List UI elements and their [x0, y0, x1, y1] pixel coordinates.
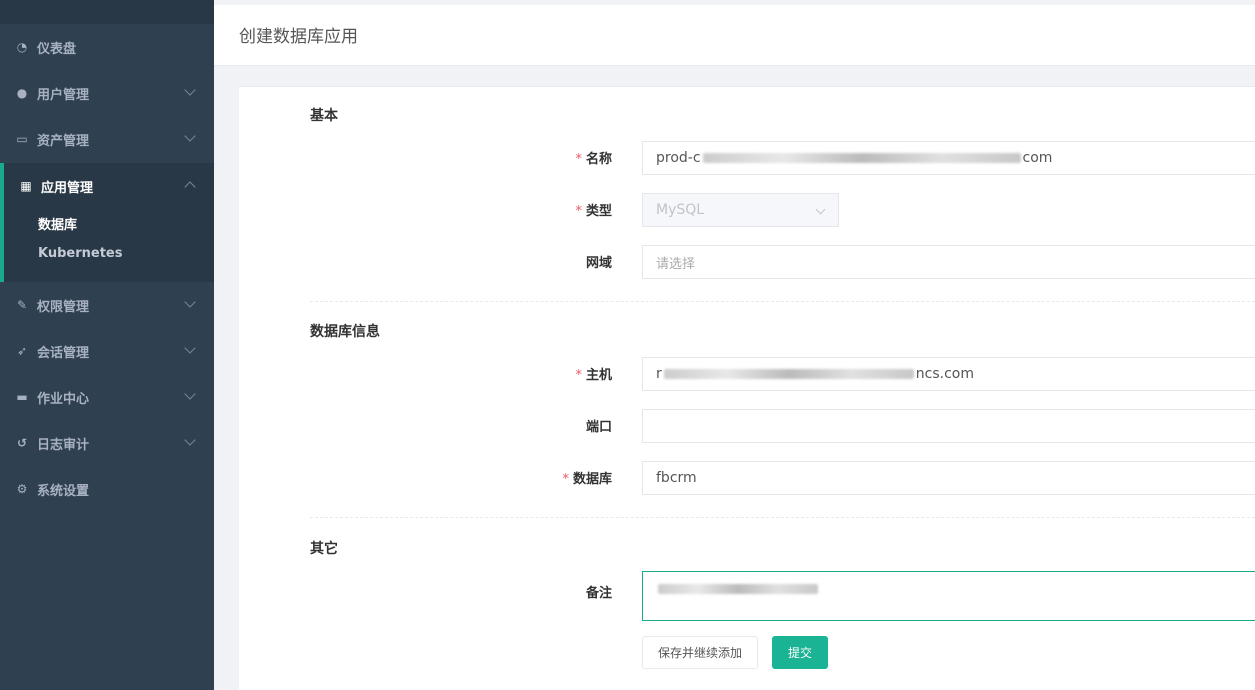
required-mark: *: [562, 472, 569, 487]
sidebar-subitem-database[interactable]: 数据库: [38, 214, 77, 233]
name-field[interactable]: prod-c com: [642, 141, 1255, 175]
sidebar-item-label: 日志审计: [37, 437, 90, 453]
sidebar-item-label: 仪表盘: [37, 41, 77, 57]
host-label: * 主机: [575, 368, 612, 383]
name-value-prefix: prod-c: [656, 150, 701, 166]
page-title: 创建数据库应用: [239, 27, 358, 47]
inbox-icon: ▭: [16, 132, 28, 146]
sidebar-item-settings[interactable]: ⚙ 系统设置: [0, 466, 214, 512]
dashboard-icon: ◔: [16, 40, 28, 54]
port-field[interactable]: [642, 409, 1255, 443]
section-divider: [310, 517, 1255, 518]
chevron-down-icon: [184, 84, 196, 96]
chevron-down-icon: [184, 296, 196, 308]
sidebar-item-assets[interactable]: ▭ 资产管理: [0, 116, 214, 162]
sidebar-item-audit[interactable]: ↺ 日志审计: [0, 420, 214, 466]
save-and-continue-button[interactable]: 保存并继续添加: [642, 636, 758, 669]
sidebar-item-label: 应用管理: [41, 180, 94, 196]
sidebar-item-label: 权限管理: [37, 299, 90, 315]
sidebar-item-users[interactable]: ● 用户管理: [0, 70, 214, 116]
required-mark: *: [575, 368, 582, 383]
required-mark: *: [575, 204, 582, 219]
redacted-text: [663, 369, 914, 379]
submit-button[interactable]: 提交: [772, 636, 828, 669]
sidebar-item-label: 会话管理: [37, 345, 90, 361]
sidebar-item-dashboard[interactable]: ◔ 仪表盘: [0, 24, 214, 70]
section-title-db-info: 数据库信息: [310, 324, 380, 340]
host-field[interactable]: r ncs.com: [642, 357, 1255, 391]
comment-textarea[interactable]: [642, 571, 1255, 621]
history-icon: ↺: [16, 436, 28, 450]
edit-icon: ✎: [16, 298, 28, 312]
sidebar-item-sessions[interactable]: ➶ 会话管理: [0, 328, 214, 374]
sidebar-item-applications[interactable]: ▦ 应用管理: [0, 163, 214, 209]
type-value: MySQL: [656, 202, 705, 218]
database-label: * 数据库: [562, 472, 612, 487]
page-header: 创建数据库应用: [214, 5, 1255, 66]
domain-select[interactable]: 请选择: [642, 245, 1255, 279]
chevron-down-icon: [184, 342, 196, 354]
section-title-other: 其它: [310, 541, 338, 557]
form-card: 基本 * 名称 prod-c com * 类型 MySQL 网域 请选择 数据库信息…: [239, 86, 1255, 690]
database-value: fbcrm: [656, 470, 697, 486]
redacted-text: [702, 153, 1021, 163]
users-icon: ●: [16, 86, 28, 100]
sidebar-item-jobs[interactable]: ▬ 作业中心: [0, 374, 214, 420]
sidebar-item-label: 资产管理: [37, 133, 90, 149]
comment-label: 备注: [585, 586, 612, 601]
chevron-down-icon: [815, 204, 826, 215]
section-title-basic: 基本: [310, 108, 338, 124]
chevron-down-icon: [184, 434, 196, 446]
name-value-suffix: com: [1022, 150, 1053, 166]
host-value-suffix: ncs.com: [915, 366, 974, 382]
terminal-icon: ▬: [16, 390, 28, 404]
port-label: 端口: [585, 420, 612, 435]
sidebar-item-label: 系统设置: [37, 483, 90, 499]
type-label: * 类型: [575, 204, 612, 219]
chevron-up-icon: [184, 181, 196, 193]
host-value-prefix: r: [656, 366, 662, 382]
required-mark: *: [575, 152, 582, 167]
logo-strip: [0, 0, 214, 24]
domain-placeholder: 请选择: [656, 256, 696, 272]
sidebar-item-permissions[interactable]: ✎ 权限管理: [0, 282, 214, 328]
chevron-down-icon: [184, 130, 196, 142]
type-select[interactable]: MySQL: [642, 193, 839, 227]
sidebar-item-label: 用户管理: [37, 87, 90, 103]
rocket-icon: ➶: [16, 344, 28, 358]
redacted-text: [658, 584, 818, 594]
database-field[interactable]: fbcrm: [642, 461, 1255, 495]
gears-icon: ⚙: [16, 482, 28, 496]
chevron-down-icon: [184, 388, 196, 400]
sidebar: ◔ 仪表盘 ● 用户管理 ▭ 资产管理 ▦ 应用管理 数据库 Kubernete…: [0, 0, 214, 690]
sidebar-item-label: 作业中心: [37, 391, 90, 407]
section-divider: [310, 301, 1255, 302]
domain-label: 网域: [585, 256, 612, 271]
grid-icon: ▦: [20, 179, 32, 193]
name-label: * 名称: [575, 152, 612, 167]
sidebar-subitem-kubernetes[interactable]: Kubernetes: [38, 246, 122, 261]
